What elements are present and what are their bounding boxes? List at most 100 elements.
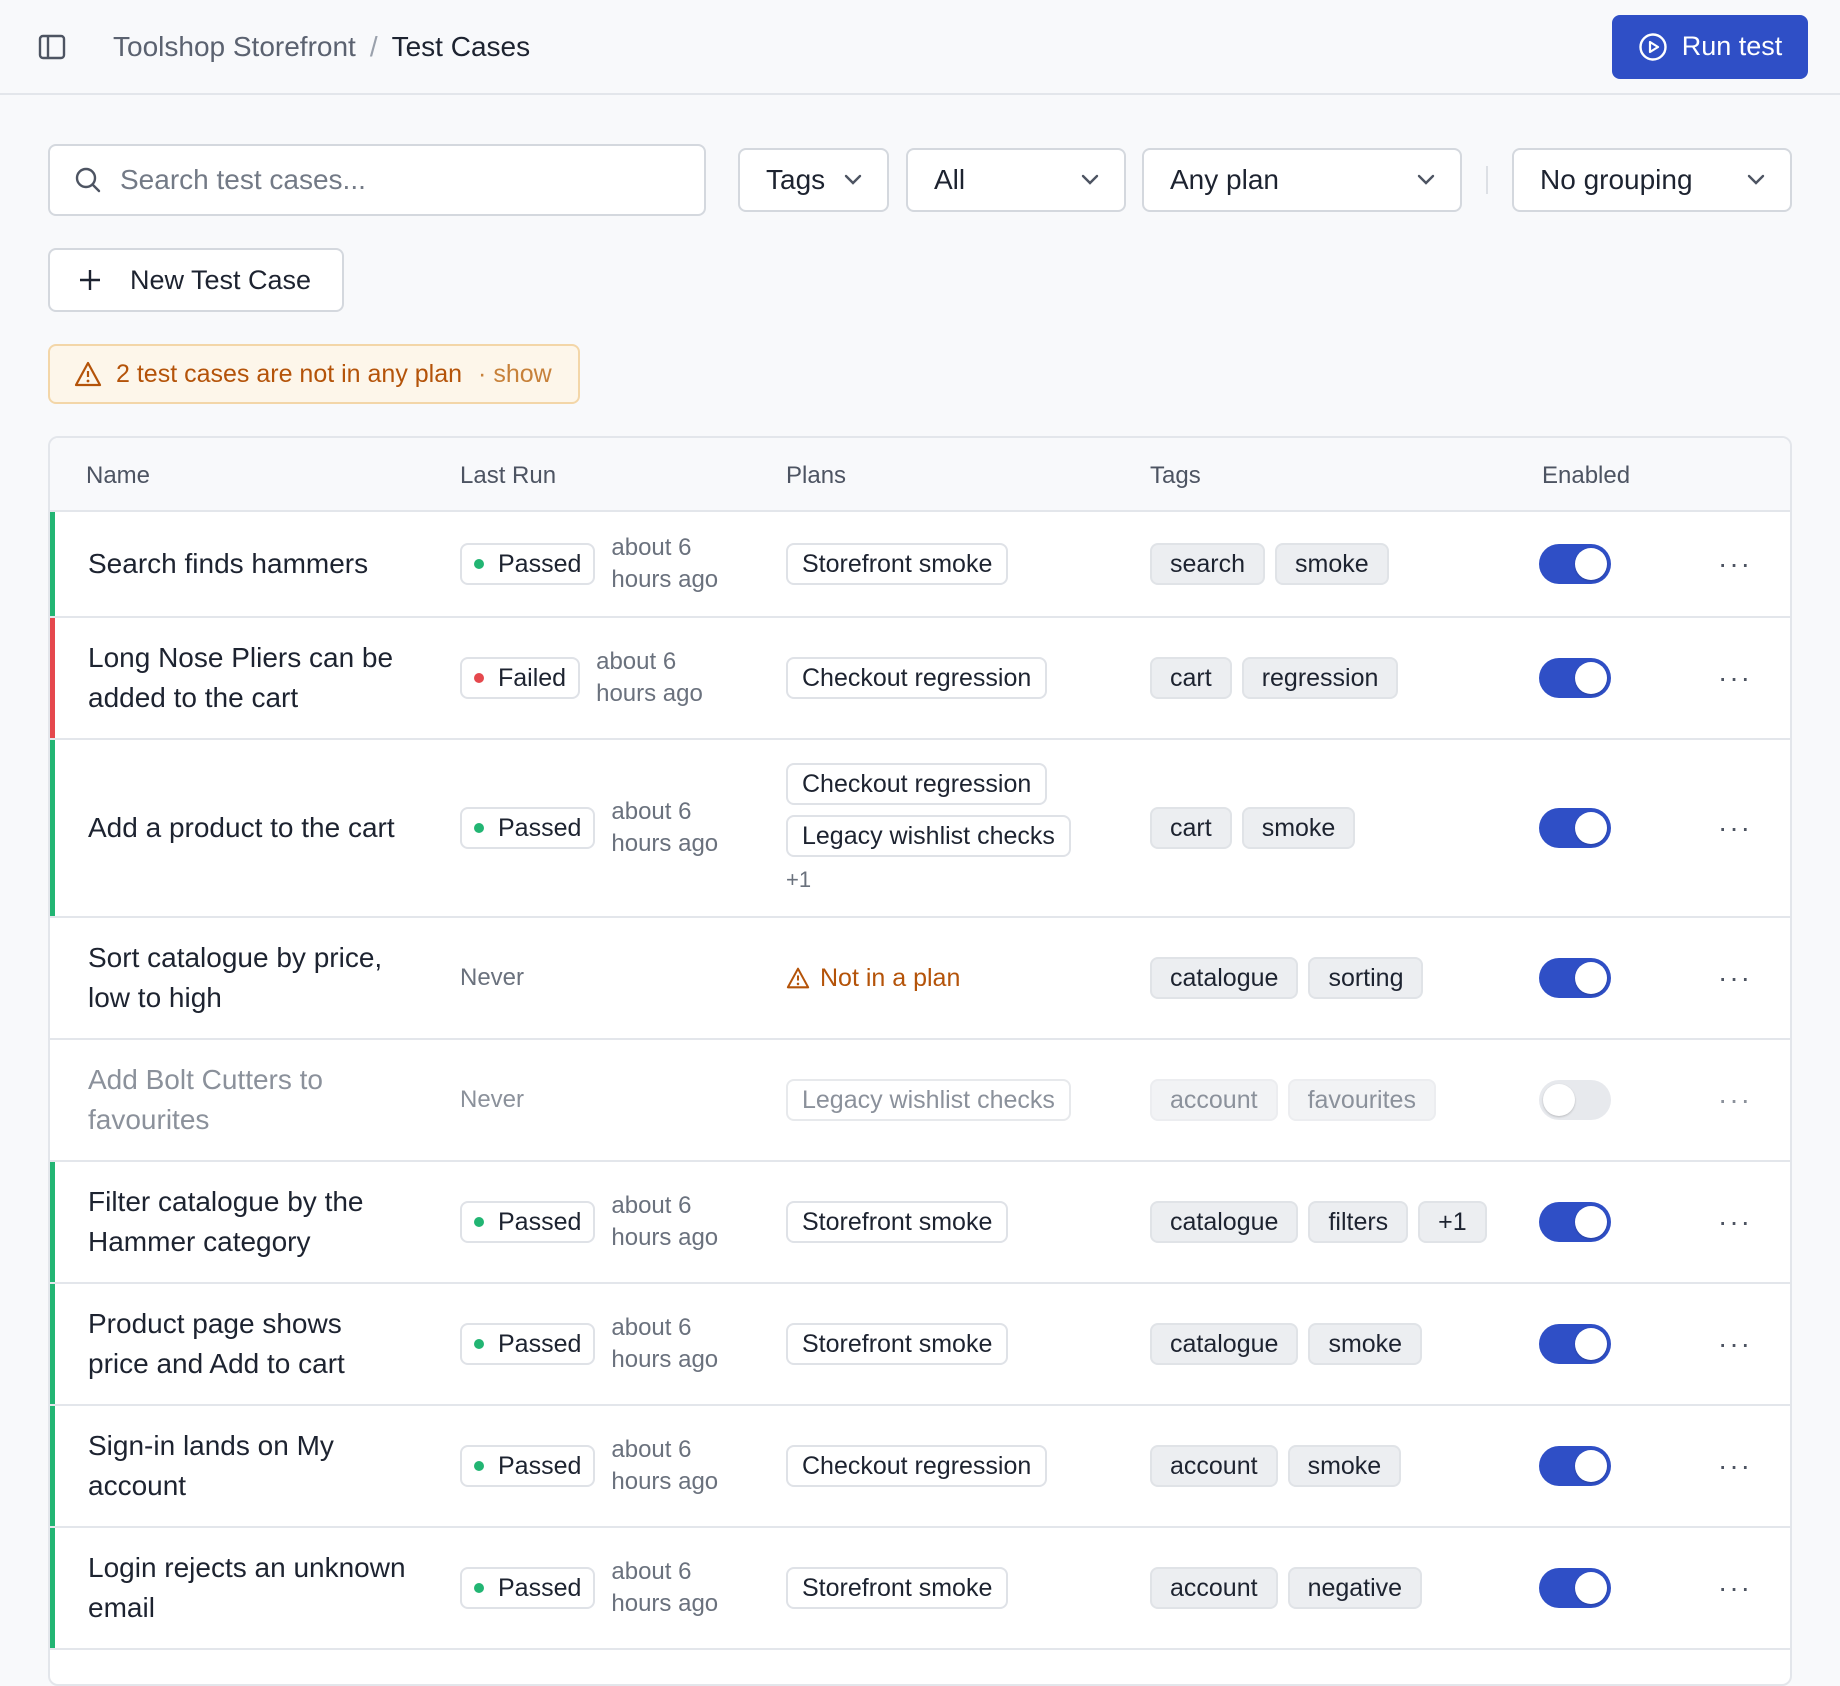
tag-chip[interactable]: regression <box>1241 657 1399 699</box>
enabled-toggle[interactable] <box>1539 1446 1611 1486</box>
plan-chip[interactable]: Storefront smoke <box>786 1567 1009 1609</box>
enabled-toggle[interactable] <box>1539 808 1611 848</box>
column-header-enabled[interactable]: Enabled <box>1542 462 1630 490</box>
table-row[interactable]: Search finds hammers Passed about 6 hours … <box>50 512 1790 618</box>
toggle-knob <box>1575 812 1607 844</box>
plan-chip[interactable]: Storefront smoke <box>786 543 1009 585</box>
tag-chip[interactable]: account <box>1150 1567 1278 1609</box>
tag-chip[interactable]: catalogue <box>1150 1201 1299 1243</box>
more-options-icon[interactable]: ··· <box>1718 1086 1752 1114</box>
plan-chip[interactable]: Storefront smoke <box>786 1201 1009 1243</box>
column-header-plans[interactable]: Plans <box>786 462 846 490</box>
last-run-cell: Never <box>460 1040 760 1160</box>
test-case-name[interactable]: Sort catalogue by price, low to high <box>88 918 408 1038</box>
more-options-icon[interactable]: ··· <box>1718 550 1752 578</box>
plans-more-count[interactable]: +1 <box>786 867 811 893</box>
tag-chip[interactable]: smoke <box>1241 807 1356 849</box>
column-header-name[interactable]: Name <box>86 462 150 490</box>
enabled-toggle[interactable] <box>1539 1202 1611 1242</box>
more-options-icon[interactable]: ··· <box>1718 1574 1752 1602</box>
test-case-name[interactable]: Sign-in lands on My account <box>88 1406 408 1526</box>
enabled-toggle[interactable] <box>1539 1080 1611 1120</box>
plan-filter[interactable]: Any plan <box>1142 148 1462 212</box>
table-row[interactable]: Add a product to the cart Passed about 6 h… <box>50 740 1790 918</box>
enabled-toggle[interactable] <box>1539 958 1611 998</box>
last-run-time: about 6 hours ago <box>611 1192 719 1251</box>
test-case-name[interactable]: Long Nose Pliers can be added to the car… <box>88 618 408 738</box>
tag-chip[interactable]: filters <box>1308 1201 1409 1243</box>
toggle-knob <box>1575 1206 1607 1238</box>
more-options-icon[interactable]: ··· <box>1718 664 1752 692</box>
table-row[interactable]: Sign-in lands on My account Passed about 6… <box>50 1406 1790 1528</box>
test-case-name[interactable]: Add a product to the cart <box>88 740 408 916</box>
table-row[interactable]: Add Bolt Cutters to favourites Never Legac… <box>50 1040 1790 1162</box>
test-case-name[interactable]: Product page shows price and Add to cart <box>88 1284 408 1404</box>
enabled-cell <box>1539 512 1619 616</box>
more-options-icon[interactable]: ··· <box>1718 1330 1752 1358</box>
status-accent-bar <box>50 740 55 916</box>
test-case-name[interactable]: Filter catalogue by the Hammer category <box>88 1162 408 1282</box>
test-cases-table: Name Last Run Plans Tags Enabled Search … <box>48 436 1792 1686</box>
play-circle-icon <box>1639 32 1667 61</box>
warning-show-link[interactable]: · show <box>478 360 552 389</box>
sidebar-toggle-icon[interactable] <box>36 31 68 63</box>
more-options-icon[interactable]: ··· <box>1718 964 1752 992</box>
chevron-down-icon <box>1081 174 1099 185</box>
status-filter-label: All <box>934 164 966 195</box>
table-row[interactable]: Product page shows price and Add to cart… <box>50 1284 1790 1406</box>
test-case-name[interactable]: Search finds hammers <box>88 512 408 616</box>
status-accent-bar <box>50 1284 55 1404</box>
test-case-name[interactable]: Add Bolt Cutters to favourites <box>88 1040 408 1160</box>
chevron-down-icon <box>844 174 862 185</box>
tag-chip[interactable]: catalogue <box>1150 957 1299 999</box>
enabled-cell <box>1539 1284 1619 1404</box>
table-row[interactable]: Filter catalogue by the Hammer category P… <box>50 1162 1790 1284</box>
tags-filter-label: Tags <box>766 164 826 195</box>
column-header-last-run[interactable]: Last Run <box>460 462 556 490</box>
enabled-toggle[interactable] <box>1539 658 1611 698</box>
status-accent-bar <box>50 1162 55 1282</box>
tag-chip[interactable]: favourites <box>1287 1079 1436 1121</box>
more-options-icon[interactable]: ··· <box>1718 1208 1752 1236</box>
row-actions: ··· <box>1710 740 1760 916</box>
table-row[interactable]: Login rejects an unknown email Passed abou… <box>50 1528 1790 1650</box>
tag-chip[interactable]: search <box>1150 543 1266 585</box>
plan-chip[interactable]: Legacy wishlist checks <box>786 815 1071 857</box>
enabled-toggle[interactable] <box>1539 1324 1611 1364</box>
tag-chip[interactable]: catalogue <box>1150 1323 1299 1365</box>
search-input[interactable] <box>120 164 640 196</box>
tag-chip[interactable]: negative <box>1287 1567 1423 1609</box>
enabled-toggle[interactable] <box>1539 1568 1611 1608</box>
plan-chip[interactable]: Checkout regression <box>786 763 1048 805</box>
tag-chip[interactable]: +1 <box>1418 1201 1487 1243</box>
status-filter[interactable]: All <box>906 148 1126 212</box>
plan-chip[interactable]: Checkout regression <box>786 657 1048 699</box>
last-run-cell: Failed about 6 hours ago <box>460 618 760 738</box>
more-options-icon[interactable]: ··· <box>1718 1452 1752 1480</box>
tags-filter[interactable]: Tags <box>738 148 889 212</box>
breadcrumb-project[interactable]: Toolshop Storefront <box>113 31 356 63</box>
tag-chip[interactable]: smoke <box>1308 1323 1423 1365</box>
tag-chip[interactable]: cart <box>1150 657 1232 699</box>
plan-chip[interactable]: Checkout regression <box>786 1445 1048 1487</box>
table-row[interactable]: Long Nose Pliers can be added to the car… <box>50 618 1790 740</box>
tag-chip[interactable]: sorting <box>1308 957 1424 999</box>
plan-chip[interactable]: Storefront smoke <box>786 1323 1009 1365</box>
tag-chip[interactable]: smoke <box>1287 1445 1402 1487</box>
tag-chip[interactable]: account <box>1150 1445 1278 1487</box>
table-row[interactable]: Sort catalogue by price, low to high Neve… <box>50 918 1790 1040</box>
tag-chip[interactable]: account <box>1150 1079 1278 1121</box>
tag-chip[interactable]: smoke <box>1275 543 1389 585</box>
tag-chip[interactable]: cart <box>1150 807 1232 849</box>
column-header-tags[interactable]: Tags <box>1150 462 1201 490</box>
plan-chip[interactable]: Legacy wishlist checks <box>786 1079 1071 1121</box>
search-box[interactable] <box>48 144 706 216</box>
run-test-button[interactable]: Run test <box>1612 14 1808 79</box>
test-case-name[interactable]: Login rejects an unknown email <box>88 1528 408 1648</box>
tags-cell: cart smoke <box>1150 740 1530 916</box>
plans-cell: Legacy wishlist checks <box>786 1040 1126 1160</box>
grouping-filter[interactable]: No grouping <box>1512 148 1792 212</box>
more-options-icon[interactable]: ··· <box>1718 814 1752 842</box>
enabled-toggle[interactable] <box>1539 544 1611 584</box>
new-test-case-button[interactable]: New Test Case <box>48 248 344 312</box>
